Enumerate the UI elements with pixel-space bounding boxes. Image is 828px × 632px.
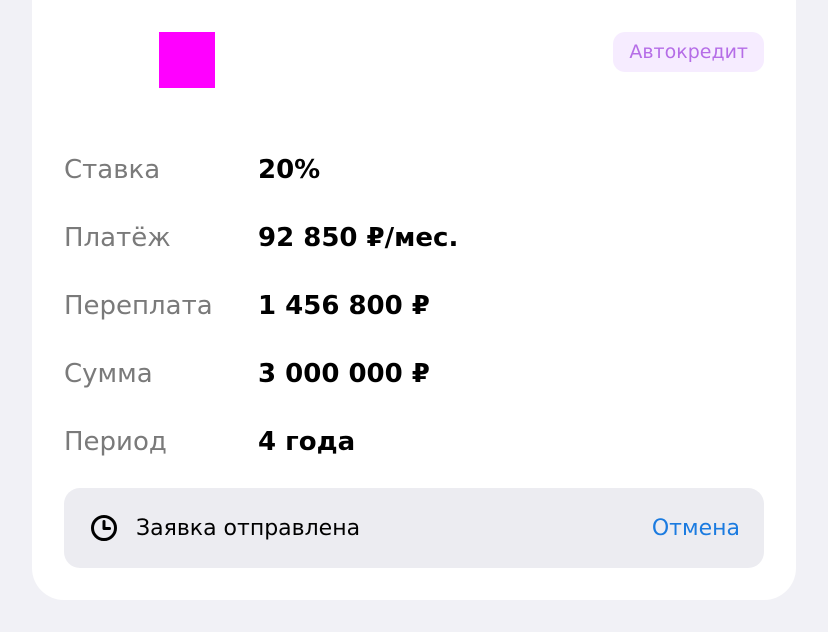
detail-row-payment: Платёж 92 850 ₽/мес. (64, 204, 764, 272)
product-type-badge: Автокредит (613, 32, 764, 72)
loan-details-list: Ставка 20% Платёж 92 850 ₽/мес. Переплат… (64, 136, 764, 476)
detail-row-overpayment: Переплата 1 456 800 ₽ (64, 272, 764, 340)
clock-icon (91, 515, 117, 541)
application-status-bar: Заявка отправлена Отмена (64, 488, 764, 568)
period-label: Период (64, 427, 167, 457)
period-value: 4 года (258, 427, 356, 457)
payment-label: Платёж (64, 223, 171, 253)
bank-logo (159, 32, 215, 88)
overpayment-label: Переплата (64, 291, 213, 321)
cancel-link[interactable]: Отмена (652, 516, 740, 541)
rate-label: Ставка (64, 155, 161, 185)
detail-row-rate: Ставка 20% (64, 136, 764, 204)
loan-offer-card: Автокредит Ставка 20% Платёж 92 850 ₽/ме… (32, 0, 796, 600)
status-text: Заявка отправлена (136, 515, 361, 541)
amount-value: 3 000 000 ₽ (258, 359, 430, 389)
payment-value: 92 850 ₽/мес. (258, 223, 459, 253)
overpayment-value: 1 456 800 ₽ (258, 291, 430, 321)
detail-row-period: Период 4 года (64, 408, 764, 476)
rate-value: 20% (258, 155, 321, 185)
detail-row-amount: Сумма 3 000 000 ₽ (64, 340, 764, 408)
amount-label: Сумма (64, 359, 153, 389)
